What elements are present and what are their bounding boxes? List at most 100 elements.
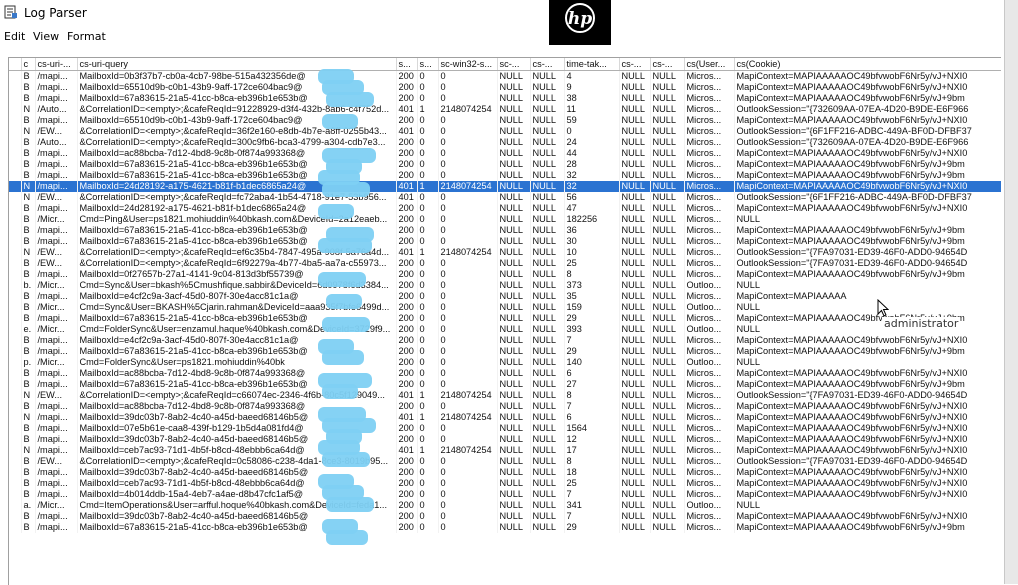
table-cell: 25 [564,258,620,269]
table-row[interactable]: B/mapi... MailboxId=67a83615-21a5-41cc-b8… [9,346,1001,357]
column-header[interactable]: cs-... [650,58,685,71]
menu-edit[interactable]: Edit [4,30,25,43]
column-header[interactable] [9,58,22,71]
table-row[interactable]: B/mapi... MailboxId=39dc03b7-8ab2-4c40-a4… [9,434,1001,445]
table-row[interactable]: N/mapi... MailboxId=39dc03b7-8ab2-4c40-a4… [9,412,1001,423]
column-header[interactable]: sc-win32-s... [438,58,498,71]
table-cell: NULL [650,434,685,445]
table-row[interactable]: B/mapi... MailboxId=24d28192-a175-4621-b8… [9,203,1001,214]
table-cell: &CorrelationID=<empty>;&cafeReqId=6f9227… [77,258,397,269]
table-row[interactable]: B/mapi... MailboxId=39dc03b7-8ab2-4c40-a4… [9,511,1001,522]
table-row[interactable]: B/mapi... MailboxId=67a83615-21a5-41cc-b8… [9,313,1001,324]
table-row[interactable]: B/mapi... MailboxId=ac88bcba-7d12-4bd8-9c… [9,401,1001,412]
table-row[interactable]: B/mapi... MailboxId=ac88bcba-7d12-4bd8-9c… [9,148,1001,159]
table-row[interactable]: B/mapi... MailboxId=67a83615-21a5-41cc-b8… [9,170,1001,181]
table-row[interactable]: B/mapi... MailboxId=e4cf2c9a-3acf-45d0-80… [9,291,1001,302]
table-cell: NULL [497,104,531,115]
table-cell: NULL [497,489,531,500]
table-row[interactable]: B/mapi... MailboxId=67a83615-21a5-41cc-b8… [9,93,1001,104]
table-row[interactable]: B/mapi... MailboxId=67a83615-21a5-41cc-b8… [9,159,1001,170]
table-row[interactable]: e./Micr... Cmd=FolderSync&User=enzamul.ha… [9,324,1001,335]
table-row[interactable]: N/EW... &CorrelationID=<empty>;&cafeReqId… [9,247,1001,258]
table-cell: NULL [530,247,565,258]
table-cell: NULL [530,434,565,445]
table-cell: 2148074254 [438,412,498,423]
table-row[interactable]: B/EW... &CorrelationID=<empty>;&cafeReqId… [9,258,1001,269]
results-grid[interactable]: c cs-uri-... cs-uri-query s... s... sc-win32-… [8,57,1001,585]
column-header[interactable]: c [21,58,36,71]
table-cell: 44 [564,148,620,159]
table-row[interactable]: B/Auto... &CorrelationID=<empty>;&cafeReq… [9,137,1001,148]
table-cell: NULL [619,291,651,302]
column-header[interactable]: cs-uri-... [35,58,78,71]
column-header[interactable]: s... [396,58,418,71]
table-row[interactable]: N/EW... &CorrelationID=<empty>;&cafeReqId… [9,390,1001,401]
table-cell: NULL [650,126,685,137]
table-row[interactable]: B/mapi... MailboxId=67a83615-21a5-41cc-b8… [9,522,1001,533]
table-cell: 30 [564,236,620,247]
table-row[interactable]: B/mapi... MailboxId=4b014ddb-15a4-4eb7-a4… [9,489,1001,500]
table-cell: NULL [497,522,531,533]
table-row[interactable]: B/mapi... MailboxId=65510d9b-c0b1-43b9-9a… [9,82,1001,93]
table-row[interactable]: a./Micr... Cmd=ItemOperations&User=arfful… [9,500,1001,511]
table-row[interactable]: N/mapi... MailboxId=24d28192-a175-4621-b8… [9,181,1001,192]
table-row[interactable]: N/Auto... &CorrelationID=<empty>;&cafeReq… [9,104,1001,115]
table-cell: NULL [619,335,651,346]
table-row[interactable]: B/mapi... MailboxId=0f27657b-27a1-4141-9c… [9,269,1001,280]
table-cell: /Micr... [35,302,78,313]
column-header[interactable]: cs-... [619,58,651,71]
table-row[interactable]: B/mapi... MailboxId=ac88bcba-7d12-4bd8-9c… [9,368,1001,379]
table-cell: Micros... [684,313,735,324]
table-cell: NULL [650,70,685,82]
column-header[interactable]: sc-... [497,58,531,71]
table-cell: 0 [438,236,498,247]
column-header[interactable]: time-tak... [564,58,620,71]
table-row[interactable]: N/mapi... MailboxId=ceb7ac93-71d1-4b5f-b8… [9,445,1001,456]
table-cell: /Auto... [35,137,78,148]
table-cell: 0 [438,159,498,170]
table-row[interactable]: B/Micr... Cmd=Sync&User=BKASH%5Cjarin.rah… [9,302,1001,313]
table-row[interactable]: B/Micr... Cmd=Ping&User=ps1821.mohiuddin%… [9,214,1001,225]
table-row[interactable]: B/mapi... MailboxId=67a83615-21a5-41cc-b8… [9,379,1001,390]
table-row[interactable]: B/mapi... MailboxId=65510d9b-c0b1-43b9-9a… [9,115,1001,126]
table-cell: /mapi... [35,82,78,93]
table-cell: NULL [650,401,685,412]
menu-view[interactable]: View [33,30,59,43]
menu-format[interactable]: Format [67,30,106,43]
table-cell: NULL [530,522,565,533]
table-cell: MapiContext=MAPIAAAAAOC49bfvwobF6Nr5y/vJ… [734,489,1001,500]
table-row[interactable]: N/EW... &CorrelationID=<empty>;&cafeReqId… [9,126,1001,137]
table-cell: B [21,236,36,247]
table-row[interactable]: B/EW... &CorrelationID=<empty>;&cafeReqId… [9,456,1001,467]
table-row[interactable]: B/mapi... MailboxId=39dc03b7-8ab2-4c40-a4… [9,467,1001,478]
table-row[interactable]: B/mapi... MailboxId=07e5b61e-caa8-439f-b1… [9,423,1001,434]
table-cell: Micros... [684,269,735,280]
table-cell: OutlookSession="{732609AA-07EA-4D20-B9DE… [734,104,1001,115]
table-cell: 200 [396,82,418,93]
table-row[interactable]: B/mapi... MailboxId=0b3f37b7-cb0a-4cb7-98… [9,70,1001,82]
table-cell: N [21,104,36,115]
table-cell: 401 [396,104,418,115]
table-cell: NULL [619,70,651,82]
table-row[interactable]: B/mapi... MailboxId=67a83615-21a5-41cc-b8… [9,225,1001,236]
table-cell: 18 [564,467,620,478]
column-header[interactable]: cs-... [530,58,565,71]
table-row[interactable]: b./Micr... Cmd=Sync&User=bkash%5Cmushfiqu… [9,280,1001,291]
table-cell: /EW... [35,126,78,137]
table-cell: NULL [530,225,565,236]
table-cell: NULL [497,115,531,126]
column-header[interactable]: cs(User... [684,58,735,71]
table-row[interactable]: p./Micr... Cmd=FolderSync&User=ps1821.moh… [9,357,1001,368]
table-cell: NULL [650,511,685,522]
table-row[interactable]: B/mapi... MailboxId=ceb7ac93-71d1-4b5f-b8… [9,478,1001,489]
table-row[interactable]: B/mapi... MailboxId=e4cf2c9a-3acf-45d0-80… [9,335,1001,346]
table-cell: NULL [734,280,1001,291]
table-cell: 200 [396,137,418,148]
table-row[interactable]: N/EW... &CorrelationID=<empty>;&cafeReqId… [9,192,1001,203]
table-cell: NULL [530,280,565,291]
column-header[interactable]: s... [417,58,439,71]
table-cell: NULL [650,181,685,192]
column-header[interactable]: cs(Cookie) [734,58,1001,71]
table-row[interactable]: B/mapi... MailboxId=67a83615-21a5-41cc-b8… [9,236,1001,247]
table-cell: 0 [417,302,439,313]
